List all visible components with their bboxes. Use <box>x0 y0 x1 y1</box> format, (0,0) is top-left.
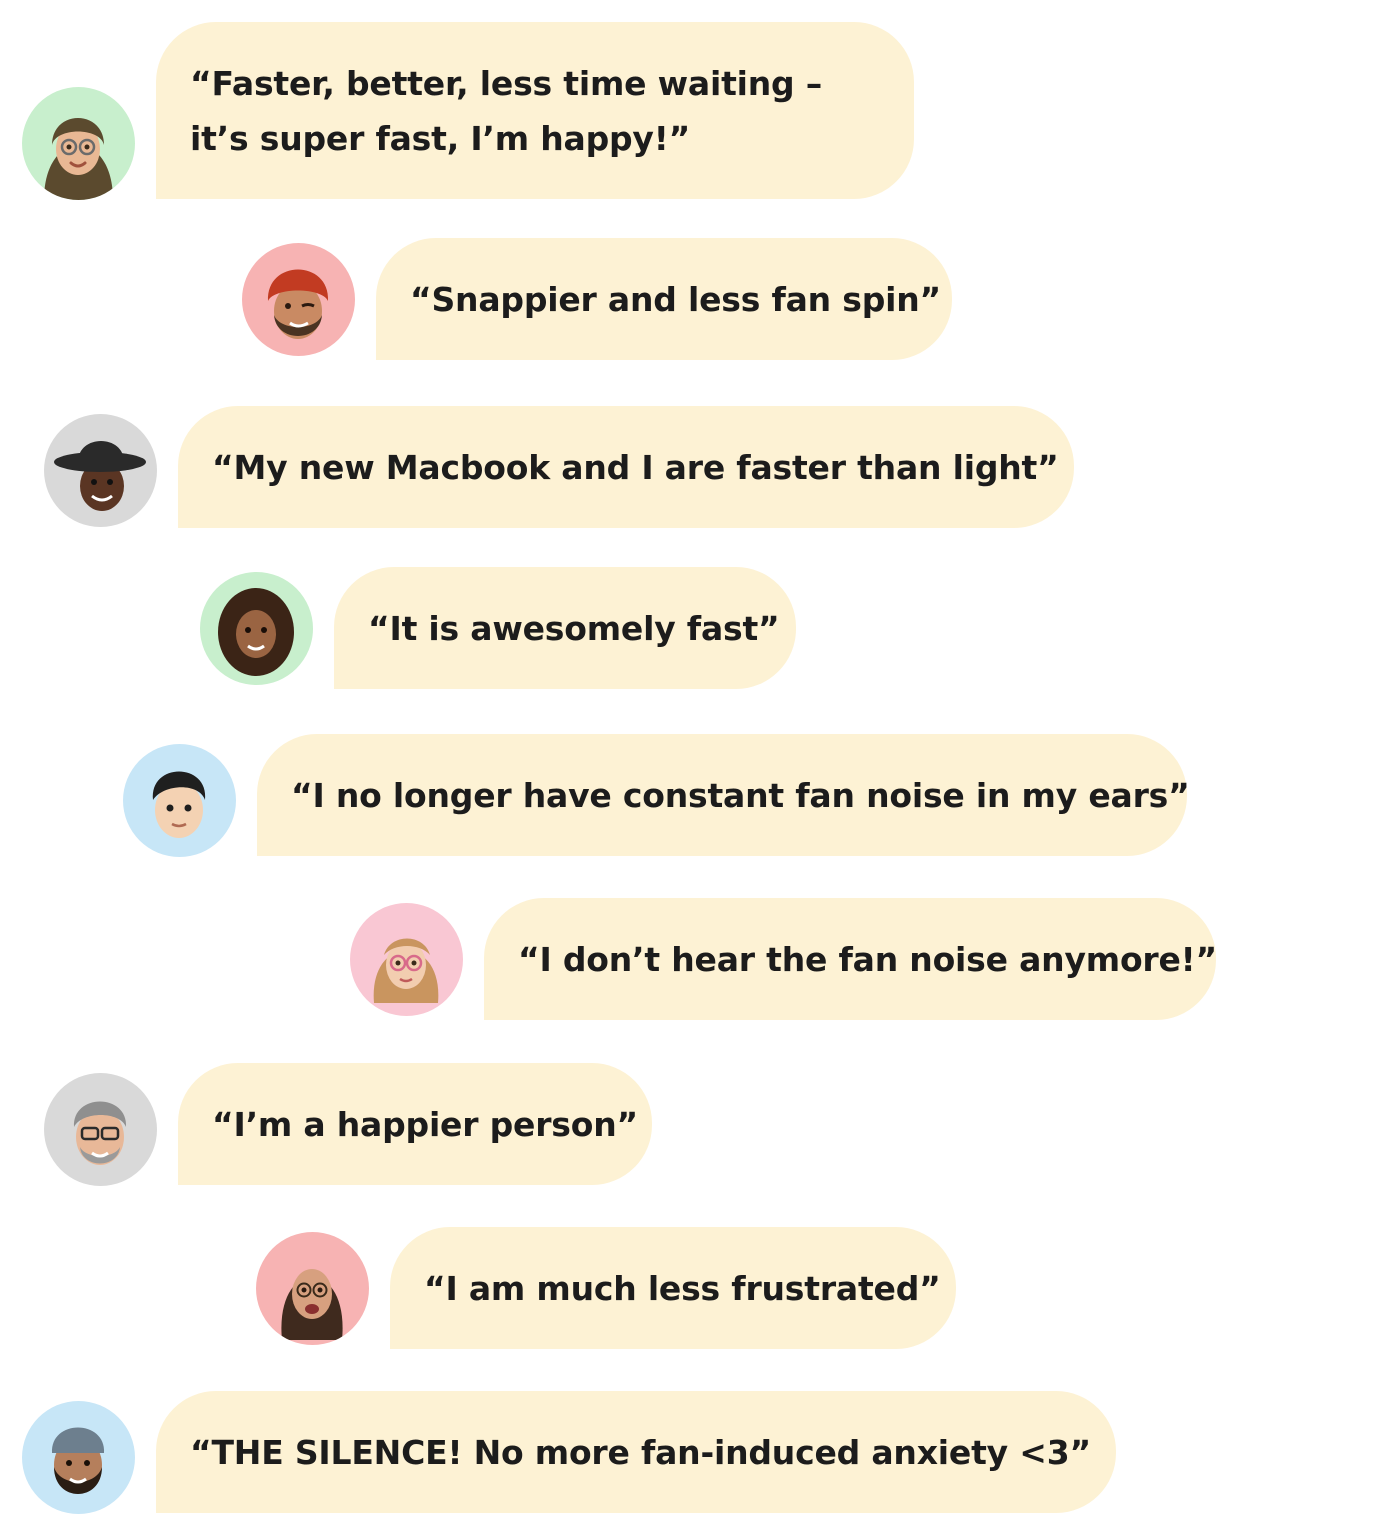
memoji-man-cowboy-hat-icon <box>44 414 157 527</box>
testimonial-item: “Faster, better, less time waiting – it’… <box>22 22 922 202</box>
quote-text: “I don’t hear the fan noise anymore!” <box>518 939 1218 979</box>
quote-bubble: “Snappier and less fan spin” <box>376 238 952 360</box>
testimonial-item: “THE SILENCE! No more fan-induced anxiet… <box>22 1391 1132 1515</box>
memoji-woman-brown-hair-glasses-icon <box>256 1232 369 1345</box>
quote-bubble: “My new Macbook and I are faster than li… <box>178 406 1074 528</box>
quote-text: “Faster, better, less time waiting – it’… <box>190 63 823 158</box>
quote-bubble: “I’m a happier person” <box>178 1063 652 1185</box>
quote-text: “It is awesomely fast” <box>368 608 780 648</box>
quote-bubble: “Faster, better, less time waiting – it’… <box>156 22 914 199</box>
memoji-man-red-turban-winking-icon <box>242 243 355 356</box>
testimonial-item: “My new Macbook and I are faster than li… <box>44 406 1084 530</box>
quote-bubble: “THE SILENCE! No more fan-induced anxiet… <box>156 1391 1116 1513</box>
quote-bubble: “I am much less frustrated” <box>390 1227 956 1349</box>
testimonial-item: “I no longer have constant fan noise in … <box>123 734 1203 858</box>
quote-text: “I am much less frustrated” <box>424 1268 941 1308</box>
quote-bubble: “I no longer have constant fan noise in … <box>257 734 1190 856</box>
quote-text: “Snappier and less fan spin” <box>410 279 942 319</box>
testimonial-item: “I don’t hear the fan noise anymore!” <box>350 898 1230 1022</box>
testimonial-item: “I’m a happier person” <box>44 1063 664 1187</box>
quote-text: “THE SILENCE! No more fan-induced anxiet… <box>190 1432 1091 1472</box>
testimonial-item: “I am much less frustrated” <box>256 1227 976 1351</box>
memoji-woman-blonde-glasses-icon <box>350 903 463 1016</box>
quote-bubble: “It is awesomely fast” <box>334 567 796 689</box>
memoji-woman-hijab-glasses-icon <box>22 87 135 200</box>
quote-bubble: “I don’t hear the fan noise anymore!” <box>484 898 1218 1020</box>
memoji-man-beanie-beard-icon <box>22 1401 135 1514</box>
testimonial-item: “Snappier and less fan spin” <box>242 238 962 362</box>
quote-text: “My new Macbook and I are faster than li… <box>212 447 1059 487</box>
testimonial-item: “It is awesomely fast” <box>200 567 810 691</box>
quote-text: “I no longer have constant fan noise in … <box>291 775 1190 815</box>
memoji-boy-dark-hair-icon <box>123 744 236 857</box>
quote-text: “I’m a happier person” <box>212 1104 638 1144</box>
memoji-woman-curly-hair-icon <box>200 572 313 685</box>
memoji-man-grey-hair-glasses-icon <box>44 1073 157 1186</box>
